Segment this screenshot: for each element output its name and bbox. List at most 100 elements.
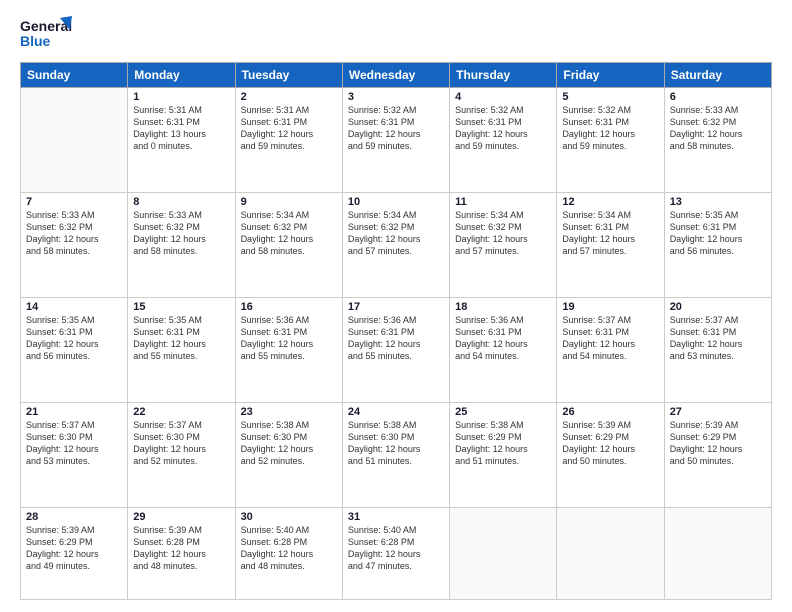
day-info: Sunrise: 5:35 AM Sunset: 6:31 PM Dayligh… <box>670 209 766 258</box>
calendar-cell: 14Sunrise: 5:35 AM Sunset: 6:31 PM Dayli… <box>21 298 128 403</box>
day-number: 31 <box>348 511 444 523</box>
day-number: 13 <box>670 196 766 208</box>
day-number: 24 <box>348 406 444 418</box>
day-info: Sunrise: 5:34 AM Sunset: 6:32 PM Dayligh… <box>455 209 551 258</box>
calendar-cell: 20Sunrise: 5:37 AM Sunset: 6:31 PM Dayli… <box>664 298 771 403</box>
day-number: 26 <box>562 406 658 418</box>
day-info: Sunrise: 5:39 AM Sunset: 6:29 PM Dayligh… <box>26 524 122 573</box>
day-number: 16 <box>241 301 337 313</box>
calendar-cell: 27Sunrise: 5:39 AM Sunset: 6:29 PM Dayli… <box>664 403 771 508</box>
day-number: 12 <box>562 196 658 208</box>
calendar-cell <box>557 508 664 600</box>
day-info: Sunrise: 5:37 AM Sunset: 6:31 PM Dayligh… <box>562 314 658 363</box>
calendar-cell <box>21 88 128 193</box>
day-info: Sunrise: 5:38 AM Sunset: 6:30 PM Dayligh… <box>241 419 337 468</box>
svg-text:Blue: Blue <box>20 33 51 49</box>
calendar-cell: 23Sunrise: 5:38 AM Sunset: 6:30 PM Dayli… <box>235 403 342 508</box>
calendar-cell: 24Sunrise: 5:38 AM Sunset: 6:30 PM Dayli… <box>342 403 449 508</box>
day-number: 1 <box>133 91 229 103</box>
calendar-table: SundayMondayTuesdayWednesdayThursdayFrid… <box>20 62 772 600</box>
weekday-header: Monday <box>128 63 235 88</box>
weekday-header: Thursday <box>450 63 557 88</box>
day-number: 29 <box>133 511 229 523</box>
calendar-cell: 7Sunrise: 5:33 AM Sunset: 6:32 PM Daylig… <box>21 193 128 298</box>
calendar-cell: 17Sunrise: 5:36 AM Sunset: 6:31 PM Dayli… <box>342 298 449 403</box>
day-number: 27 <box>670 406 766 418</box>
calendar-cell: 19Sunrise: 5:37 AM Sunset: 6:31 PM Dayli… <box>557 298 664 403</box>
day-number: 2 <box>241 91 337 103</box>
header: GeneralBlue <box>20 16 772 52</box>
day-number: 9 <box>241 196 337 208</box>
day-number: 23 <box>241 406 337 418</box>
weekday-header: Wednesday <box>342 63 449 88</box>
day-number: 14 <box>26 301 122 313</box>
day-number: 5 <box>562 91 658 103</box>
calendar-cell: 13Sunrise: 5:35 AM Sunset: 6:31 PM Dayli… <box>664 193 771 298</box>
day-number: 22 <box>133 406 229 418</box>
calendar-cell: 30Sunrise: 5:40 AM Sunset: 6:28 PM Dayli… <box>235 508 342 600</box>
day-info: Sunrise: 5:40 AM Sunset: 6:28 PM Dayligh… <box>348 524 444 573</box>
day-info: Sunrise: 5:32 AM Sunset: 6:31 PM Dayligh… <box>348 104 444 153</box>
day-info: Sunrise: 5:34 AM Sunset: 6:32 PM Dayligh… <box>241 209 337 258</box>
day-info: Sunrise: 5:39 AM Sunset: 6:28 PM Dayligh… <box>133 524 229 573</box>
day-number: 3 <box>348 91 444 103</box>
header-row: SundayMondayTuesdayWednesdayThursdayFrid… <box>21 63 772 88</box>
calendar-cell: 29Sunrise: 5:39 AM Sunset: 6:28 PM Dayli… <box>128 508 235 600</box>
day-number: 20 <box>670 301 766 313</box>
day-number: 21 <box>26 406 122 418</box>
day-info: Sunrise: 5:39 AM Sunset: 6:29 PM Dayligh… <box>562 419 658 468</box>
calendar-cell <box>450 508 557 600</box>
day-info: Sunrise: 5:36 AM Sunset: 6:31 PM Dayligh… <box>455 314 551 363</box>
day-number: 7 <box>26 196 122 208</box>
day-number: 18 <box>455 301 551 313</box>
calendar-cell: 31Sunrise: 5:40 AM Sunset: 6:28 PM Dayli… <box>342 508 449 600</box>
calendar-cell: 8Sunrise: 5:33 AM Sunset: 6:32 PM Daylig… <box>128 193 235 298</box>
day-info: Sunrise: 5:33 AM Sunset: 6:32 PM Dayligh… <box>670 104 766 153</box>
day-number: 4 <box>455 91 551 103</box>
day-info: Sunrise: 5:38 AM Sunset: 6:29 PM Dayligh… <box>455 419 551 468</box>
calendar-cell: 3Sunrise: 5:32 AM Sunset: 6:31 PM Daylig… <box>342 88 449 193</box>
day-info: Sunrise: 5:33 AM Sunset: 6:32 PM Dayligh… <box>133 209 229 258</box>
day-info: Sunrise: 5:35 AM Sunset: 6:31 PM Dayligh… <box>133 314 229 363</box>
calendar-cell: 12Sunrise: 5:34 AM Sunset: 6:31 PM Dayli… <box>557 193 664 298</box>
day-info: Sunrise: 5:36 AM Sunset: 6:31 PM Dayligh… <box>348 314 444 363</box>
calendar-cell: 22Sunrise: 5:37 AM Sunset: 6:30 PM Dayli… <box>128 403 235 508</box>
calendar-cell: 21Sunrise: 5:37 AM Sunset: 6:30 PM Dayli… <box>21 403 128 508</box>
day-info: Sunrise: 5:38 AM Sunset: 6:30 PM Dayligh… <box>348 419 444 468</box>
day-info: Sunrise: 5:35 AM Sunset: 6:31 PM Dayligh… <box>26 314 122 363</box>
calendar-cell: 9Sunrise: 5:34 AM Sunset: 6:32 PM Daylig… <box>235 193 342 298</box>
logo: GeneralBlue <box>20 16 72 52</box>
calendar-cell: 5Sunrise: 5:32 AM Sunset: 6:31 PM Daylig… <box>557 88 664 193</box>
day-info: Sunrise: 5:34 AM Sunset: 6:31 PM Dayligh… <box>562 209 658 258</box>
calendar-cell: 25Sunrise: 5:38 AM Sunset: 6:29 PM Dayli… <box>450 403 557 508</box>
day-number: 30 <box>241 511 337 523</box>
day-info: Sunrise: 5:37 AM Sunset: 6:31 PM Dayligh… <box>670 314 766 363</box>
day-info: Sunrise: 5:39 AM Sunset: 6:29 PM Dayligh… <box>670 419 766 468</box>
calendar-cell <box>664 508 771 600</box>
calendar-cell: 18Sunrise: 5:36 AM Sunset: 6:31 PM Dayli… <box>450 298 557 403</box>
day-info: Sunrise: 5:32 AM Sunset: 6:31 PM Dayligh… <box>562 104 658 153</box>
day-number: 25 <box>455 406 551 418</box>
day-info: Sunrise: 5:37 AM Sunset: 6:30 PM Dayligh… <box>26 419 122 468</box>
calendar-cell: 16Sunrise: 5:36 AM Sunset: 6:31 PM Dayli… <box>235 298 342 403</box>
calendar-cell: 15Sunrise: 5:35 AM Sunset: 6:31 PM Dayli… <box>128 298 235 403</box>
day-info: Sunrise: 5:37 AM Sunset: 6:30 PM Dayligh… <box>133 419 229 468</box>
day-info: Sunrise: 5:34 AM Sunset: 6:32 PM Dayligh… <box>348 209 444 258</box>
weekday-header: Tuesday <box>235 63 342 88</box>
calendar-cell: 2Sunrise: 5:31 AM Sunset: 6:31 PM Daylig… <box>235 88 342 193</box>
weekday-header: Sunday <box>21 63 128 88</box>
calendar-cell: 1Sunrise: 5:31 AM Sunset: 6:31 PM Daylig… <box>128 88 235 193</box>
day-number: 19 <box>562 301 658 313</box>
day-number: 15 <box>133 301 229 313</box>
weekday-header: Friday <box>557 63 664 88</box>
calendar-cell: 28Sunrise: 5:39 AM Sunset: 6:29 PM Dayli… <box>21 508 128 600</box>
day-number: 6 <box>670 91 766 103</box>
day-number: 28 <box>26 511 122 523</box>
day-number: 17 <box>348 301 444 313</box>
page: GeneralBlue SundayMondayTuesdayWednesday… <box>0 0 792 612</box>
calendar-cell: 26Sunrise: 5:39 AM Sunset: 6:29 PM Dayli… <box>557 403 664 508</box>
day-info: Sunrise: 5:33 AM Sunset: 6:32 PM Dayligh… <box>26 209 122 258</box>
day-info: Sunrise: 5:32 AM Sunset: 6:31 PM Dayligh… <box>455 104 551 153</box>
day-info: Sunrise: 5:31 AM Sunset: 6:31 PM Dayligh… <box>133 104 229 153</box>
calendar-cell: 6Sunrise: 5:33 AM Sunset: 6:32 PM Daylig… <box>664 88 771 193</box>
